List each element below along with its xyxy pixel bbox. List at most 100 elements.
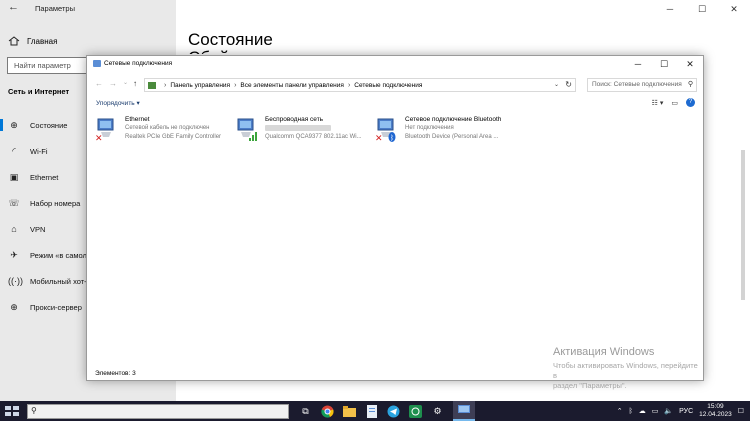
nav-label: Прокси-сервер <box>30 302 82 312</box>
explorer-window-controls: ─ ☐ ✕ <box>625 56 703 72</box>
activation-watermark-title: Активация Windows <box>553 346 655 358</box>
bluetooth-tray-icon[interactable]: ᛒ <box>629 408 633 415</box>
telegram-icon[interactable] <box>387 405 400 418</box>
settings-title: Параметры <box>35 4 75 13</box>
connection-item-bluetooth[interactable]: ✕ ᛒ Сетевое подключение Bluetooth Нет по… <box>375 116 515 146</box>
settings-gear-icon[interactable]: ⚙ <box>431 405 444 418</box>
connection-item-ethernet[interactable]: ✕ Ethernet Сетевой кабель не подключен R… <box>95 116 235 146</box>
settings-titlebar: ← Параметры ─ ☐ ✕ <box>0 0 750 18</box>
bluetooth-adapter-disconnected-icon: ✕ ᛒ <box>375 118 396 142</box>
nav-label: Состояние <box>30 120 68 130</box>
start-button[interactable] <box>5 406 19 416</box>
maximize-button[interactable]: ☐ <box>686 0 718 18</box>
home-icon <box>8 36 20 46</box>
view-options-icon[interactable]: ☷ ▾ <box>652 99 664 107</box>
connection-name: Беспроводная сеть <box>265 116 324 123</box>
activation-watermark-line: Чтобы активировать Windows, перейдите в <box>553 361 698 380</box>
keyboard-language[interactable]: РУС <box>679 408 693 415</box>
search-icon: ⚲ <box>31 405 37 415</box>
clock[interactable]: 15:09 12.04.2023 <box>699 403 732 419</box>
close-button[interactable]: ✕ <box>677 56 703 72</box>
document-icon[interactable] <box>365 404 378 418</box>
svg-text:ᛒ: ᛒ <box>390 134 394 142</box>
volume-icon[interactable]: 🔈 <box>664 407 673 415</box>
show-hidden-icons-icon[interactable]: ⌃ <box>617 407 623 415</box>
cloud-tray-icon[interactable]: ☁ <box>639 407 646 415</box>
control-panel-icon <box>148 81 156 89</box>
minimize-button[interactable]: ─ <box>654 0 686 18</box>
connection-name: Ethernet <box>125 116 150 123</box>
address-dropdown-icon[interactable]: ⌄ <box>554 81 559 88</box>
nav-label: Ethernet <box>30 172 59 182</box>
home-label: Главная <box>27 36 58 46</box>
notifications-icon[interactable]: ☐ <box>738 407 744 415</box>
history-chevron-icon[interactable]: ⌄ <box>123 79 128 86</box>
breadcrumb-separator-icon: › <box>234 81 237 89</box>
section-title: Сеть и Интернет <box>8 87 70 96</box>
help-icon[interactable]: ? <box>686 98 695 107</box>
preview-pane-icon[interactable]: ▭ <box>671 99 678 107</box>
address-row: ← → ⌄ ↑ › Панель управления › Все элемен… <box>87 76 703 94</box>
taskbar-search-input[interactable]: ⚲ <box>27 403 289 419</box>
minimize-button[interactable]: ─ <box>625 56 651 72</box>
control-panel-taskbar-icon[interactable] <box>453 401 475 421</box>
settings-scrollbar[interactable] <box>741 150 745 300</box>
network-folder-icon <box>93 60 101 67</box>
nav-label: Режим «в самоле <box>30 250 92 260</box>
wifi-icon: ◜ <box>12 145 16 156</box>
connection-status-redacted <box>265 125 331 133</box>
ethernet-icon: ▣ <box>9 171 19 182</box>
organize-button[interactable]: Упорядочить ▾ <box>96 99 140 107</box>
forward-button[interactable]: → <box>109 79 117 88</box>
explorer-title: Сетевые подключения <box>104 60 173 67</box>
status-icon: ⊕ <box>10 119 18 130</box>
network-tray-icon[interactable]: ▭ <box>652 407 659 415</box>
explorer-search-placeholder: Поиск: Сетевые подключения <box>592 81 682 88</box>
chrome-icon[interactable] <box>321 405 334 418</box>
breadcrumb-separator-icon: › <box>164 81 167 89</box>
task-view-icon[interactable]: ⧉ <box>299 405 312 418</box>
whatsapp-icon[interactable] <box>409 404 422 418</box>
explorer-search-input[interactable]: Поиск: Сетевые подключения ⚲ <box>587 78 697 92</box>
search-icon: ⚲ <box>687 81 693 88</box>
nav-label: Мобильный хот-с <box>30 276 91 286</box>
refresh-icon[interactable]: ↻ <box>565 80 572 89</box>
system-tray: ⌃ ᛒ ☁ ▭ 🔈 РУС 15:09 12.04.2023 ☐ <box>617 401 744 421</box>
connection-item-wireless[interactable]: Беспроводная сеть Qualcomm QCA9377 802.1… <box>235 116 375 146</box>
svg-text:✕: ✕ <box>95 134 103 142</box>
activation-watermark-text: Чтобы активировать Windows, перейдите в … <box>553 361 703 391</box>
proxy-icon: ⊕ <box>10 301 18 312</box>
network-connections-window: Сетевые подключения ─ ☐ ✕ ← → ⌄ ↑ › Пане… <box>86 55 704 381</box>
taskbar: ⚲ ⧉ ⚙ ⌃ ᛒ ☁ ▭ 🔈 РУС 15:09 12.04.2023 ☐ <box>0 401 750 421</box>
connection-status: Сетевой кабель не подключен <box>125 125 210 131</box>
maximize-button[interactable]: ☐ <box>651 56 677 72</box>
dialup-icon: ☏ <box>8 197 20 208</box>
back-arrow-icon[interactable]: ← <box>8 1 19 13</box>
close-button[interactable]: ✕ <box>718 0 750 18</box>
address-bar[interactable]: › Панель управления › Все элементы панел… <box>144 78 576 92</box>
breadcrumb-item[interactable]: Панель управления <box>170 82 230 89</box>
connections-list: ✕ Ethernet Сетевой кабель не подключен R… <box>87 116 703 156</box>
redacted-network-name <box>265 125 331 131</box>
up-button[interactable]: ↑ <box>133 79 137 88</box>
back-button[interactable]: ← <box>95 79 103 88</box>
nav-label: Wi-Fi <box>30 146 48 156</box>
clock-date: 12.04.2023 <box>699 411 732 418</box>
breadcrumb-item[interactable]: Все элементы панели управления <box>240 82 344 89</box>
settings-window-controls: ─ ☐ ✕ <box>654 0 750 18</box>
breadcrumb-separator-icon: › <box>347 81 351 89</box>
connection-name: Сетевое подключение Bluetooth <box>405 116 502 123</box>
home-link[interactable]: Главная <box>8 36 57 46</box>
breadcrumb-item[interactable]: Сетевые подключения <box>354 82 422 89</box>
hotspot-icon: ((·)) <box>8 276 23 286</box>
connection-device: Realtek PCIe GbE Family Controller <box>125 134 222 140</box>
svg-text:✕: ✕ <box>375 134 383 142</box>
clock-time: 15:09 <box>707 403 724 410</box>
taskbar-apps: ⧉ ⚙ <box>299 401 475 421</box>
activation-watermark-line: раздел "Параметры". <box>553 381 627 390</box>
command-bar: Упорядочить ▾ ☷ ▾ ▭ ? <box>87 96 703 110</box>
connection-status: Нет подключения <box>405 125 454 131</box>
file-explorer-icon[interactable] <box>343 405 356 418</box>
connection-device: Bluetooth Device (Personal Area ... <box>405 134 499 140</box>
nav-label: Набор номера <box>30 198 81 208</box>
